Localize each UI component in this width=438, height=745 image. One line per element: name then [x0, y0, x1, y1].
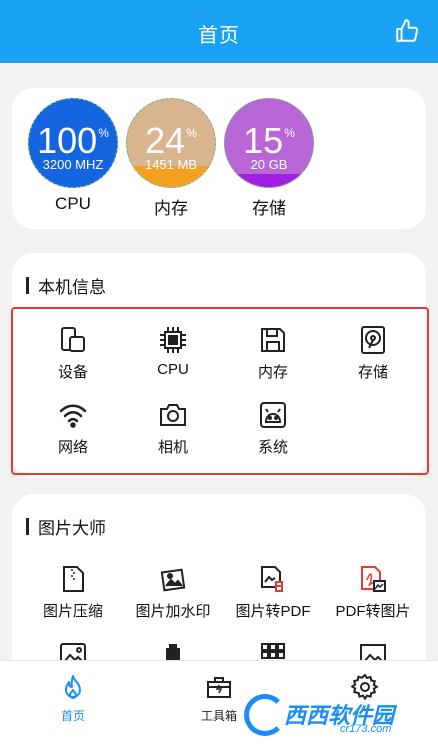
storage-percent-unit: %: [284, 126, 295, 140]
storage-icon: [361, 326, 385, 354]
image-watermark-label: 图片加水印: [135, 603, 211, 620]
app-header: 首页: [0, 0, 438, 63]
pdf-to-image-icon: [361, 566, 386, 592]
toolbox-icon: [207, 677, 231, 698]
system-item-label: 系统: [257, 439, 288, 456]
storage-item-label: 存储: [357, 364, 388, 381]
memory-percent-unit: %: [186, 126, 197, 140]
storage-gauge[interactable]: 15% 20 GB: [224, 98, 314, 188]
watermark-url: cr173.com: [340, 723, 392, 735]
tab-home-label: 首页: [60, 709, 85, 723]
image-to-pdf-item[interactable]: 图片转PDF: [223, 564, 323, 621]
pdf-to-image-label: PDF转图片: [335, 603, 411, 620]
cpu-item[interactable]: CPU: [123, 325, 223, 378]
memory-percent: 24: [145, 120, 186, 161]
image-compress-label: 图片压缩: [42, 603, 103, 620]
thumbs-up-icon[interactable]: [394, 18, 420, 44]
cpu-item-label: CPU: [157, 361, 189, 378]
device-item[interactable]: 设备: [23, 325, 123, 382]
wifi-icon: [59, 404, 87, 428]
device-info-title: 本机信息: [26, 273, 106, 298]
memory-size: 1451 MB: [144, 157, 198, 172]
camera-item[interactable]: 相机: [123, 400, 223, 457]
memory-item[interactable]: 内存: [223, 325, 323, 382]
cpu-frequency: 3200 MHZ: [42, 157, 104, 172]
image-master-title: 图片大师: [26, 514, 106, 539]
cpu-gauge[interactable]: 100% 3200 MHZ: [28, 98, 118, 188]
section-bar: [26, 518, 29, 535]
device-item-label: 设备: [57, 364, 88, 381]
cpu-gauge-label: CPU: [55, 194, 91, 213]
zip-file-icon: [63, 566, 84, 592]
storage-size: 20 GB: [250, 157, 288, 172]
image-to-pdf-label: 图片转PDF: [235, 603, 311, 620]
memory-gauge[interactable]: 24% 1451 MB: [126, 98, 216, 188]
memory-icon: [261, 328, 285, 352]
cpu-percent-unit: %: [98, 126, 109, 140]
cpu-icon: [160, 327, 186, 353]
storage-item[interactable]: 存储: [323, 325, 423, 382]
android-icon: [260, 402, 286, 428]
image-to-pdf-icon: [261, 566, 283, 592]
camera-item-label: 相机: [157, 439, 188, 456]
watermark-logo: [244, 694, 286, 736]
device-icon: [61, 327, 85, 352]
watermark-image-icon: [160, 568, 186, 592]
memory-gauge-label: 内存: [154, 199, 188, 218]
storage-gauge-label: 存储: [252, 199, 286, 218]
system-item[interactable]: 系统: [223, 400, 323, 457]
usage-card: 100% 3200 MHZ CPU 24% 1451 MB 内存 15% 20 …: [12, 88, 426, 229]
storage-percent: 15: [243, 120, 284, 161]
network-item[interactable]: 网络: [23, 400, 123, 457]
image-compress-item[interactable]: 图片压缩: [23, 564, 123, 621]
section-bar: [26, 277, 29, 294]
flame-icon: [65, 675, 81, 699]
site-watermark: 西西软件园 cr173.com: [244, 690, 434, 738]
memory-item-label: 内存: [257, 364, 288, 381]
cpu-percent: 100: [37, 120, 98, 161]
page-title: 首页: [198, 25, 240, 47]
network-item-label: 网络: [57, 439, 88, 456]
camera-icon: [160, 404, 186, 426]
tab-home[interactable]: 首页: [23, 673, 123, 724]
pdf-to-image-item[interactable]: PDF转图片: [323, 564, 423, 621]
image-watermark-item[interactable]: 图片加水印: [123, 564, 223, 621]
storage-gauge-fill: [225, 173, 313, 187]
